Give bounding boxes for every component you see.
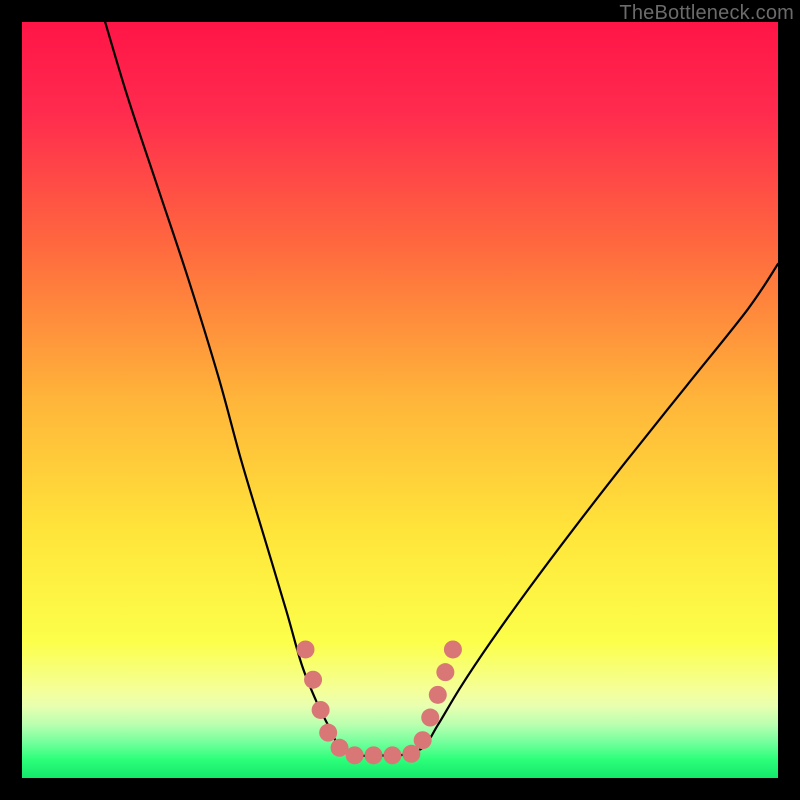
highlight-dot <box>421 709 439 727</box>
chart-background <box>22 22 778 778</box>
highlight-dot <box>312 701 330 719</box>
highlight-dot <box>414 731 432 749</box>
highlight-dot <box>429 686 447 704</box>
highlight-dot <box>365 746 383 764</box>
highlight-dot <box>383 746 401 764</box>
highlight-dot <box>346 746 364 764</box>
chart-frame <box>22 22 778 778</box>
bottleneck-chart <box>22 22 778 778</box>
highlight-dot <box>444 640 462 658</box>
highlight-dot <box>319 724 337 742</box>
highlight-dot <box>304 671 322 689</box>
highlight-dot <box>297 640 315 658</box>
highlight-dot <box>436 663 454 681</box>
